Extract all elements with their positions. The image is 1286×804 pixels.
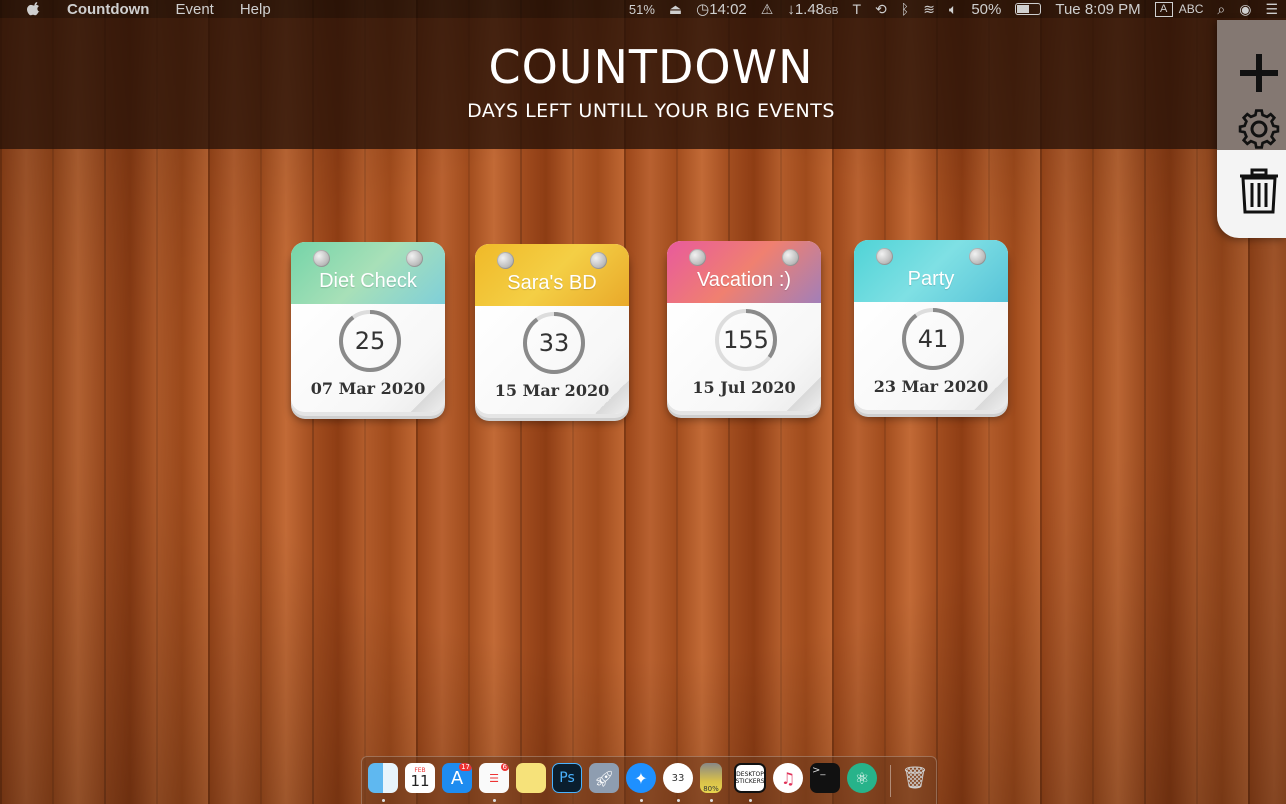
- delete-button[interactable]: [1235, 168, 1283, 214]
- battery-icon: [1015, 3, 1042, 15]
- status-area: 51% ⏏ ◷14:02 ⚠ ↓1.48GB T ⟲ ᛒ ≋ 🔈︎ 50% Tu…: [615, 0, 1278, 19]
- event-name: Vacation :): [696, 269, 792, 291]
- card-header: Diet Check: [291, 242, 445, 304]
- disk-icon[interactable]: ⏏: [669, 1, 682, 18]
- settings-button[interactable]: [1235, 106, 1283, 152]
- gear-icon: [1238, 109, 1280, 149]
- menu-event[interactable]: Event: [175, 1, 213, 18]
- days-left: 33: [538, 329, 570, 357]
- notification-center-icon[interactable]: ☰: [1265, 1, 1278, 18]
- network-icon[interactable]: ⚠: [761, 1, 774, 18]
- atom-app-icon[interactable]: ⚛: [847, 763, 877, 793]
- page-curl: [595, 380, 629, 414]
- card-body: 33 15 Mar 2020: [475, 306, 629, 414]
- time-machine-icon[interactable]: ⟲: [875, 1, 887, 18]
- menu-bar: Countdown Event Help 51% ⏏ ◷14:02 ⚠ ↓1.4…: [0, 0, 1286, 18]
- finder-icon[interactable]: [368, 763, 398, 793]
- calendar-app-icon[interactable]: FEB 11: [405, 763, 435, 793]
- binder-ring-icon: [689, 249, 706, 266]
- desktop-stickers-icon[interactable]: DESKTOP STICKERS: [734, 763, 766, 793]
- card-header: Party: [854, 240, 1008, 302]
- card-body: 25 07 Mar 2020: [291, 304, 445, 412]
- card-body: 155 15 Jul 2020: [667, 303, 821, 411]
- input-source-label: ABC: [1178, 2, 1204, 16]
- days-left: 41: [917, 325, 949, 353]
- bluetooth-icon[interactable]: ᛒ: [901, 1, 909, 17]
- days-left: 155: [723, 326, 769, 354]
- text-tool-icon[interactable]: T: [852, 1, 861, 17]
- event-name: Sara's BD: [507, 272, 597, 294]
- clock-widget[interactable]: ◷14:02: [696, 0, 747, 18]
- card-body: 41 23 Mar 2020: [854, 302, 1008, 410]
- siri-icon[interactable]: ◉: [1239, 1, 1251, 18]
- page-title: COUNTDOWN: [488, 40, 814, 94]
- binder-ring-icon: [497, 252, 514, 269]
- event-name: Diet Check: [319, 270, 417, 292]
- trash-dock-icon[interactable]: 🗑︎: [900, 763, 930, 793]
- battery-app-icon[interactable]: 80%: [700, 763, 722, 793]
- page-curl: [787, 377, 821, 411]
- apple-icon[interactable]: [27, 2, 41, 16]
- input-source-icon[interactable]: A: [1154, 1, 1173, 17]
- reminders-icon[interactable]: ☰ 6: [479, 763, 509, 793]
- download-widget[interactable]: ↓1.48GB: [787, 1, 838, 18]
- card-header: Vacation :): [667, 241, 821, 303]
- page-subtitle: DAYS LEFT UNTILL YOUR BIG EVENTS: [467, 100, 835, 122]
- app-store-badge: 17: [459, 763, 472, 771]
- countdown-app-icon[interactable]: 33: [663, 763, 693, 793]
- binder-ring-icon: [313, 250, 330, 267]
- download-unit: GB: [824, 5, 839, 17]
- clock-time: 14:02: [709, 1, 747, 18]
- page-curl: [974, 376, 1008, 410]
- volume-icon[interactable]: 🔈︎: [949, 1, 957, 18]
- notes-icon[interactable]: [516, 763, 546, 793]
- card-sheet: Sara's BD 33 15 Mar 2020: [475, 244, 629, 414]
- memory-indicator[interactable]: 51%: [629, 3, 655, 16]
- reminders-badge: 6: [500, 763, 509, 771]
- event-name: Party: [907, 268, 955, 290]
- binder-ring-icon: [782, 249, 799, 266]
- binder-ring-icon: [406, 250, 423, 267]
- event-card-party[interactable]: Party 41 23 Mar 2020: [854, 240, 1008, 412]
- battery-widget[interactable]: 50%: [971, 1, 1001, 18]
- menu-clock[interactable]: Tue 8:09 PM: [1055, 1, 1140, 18]
- dock-calendar-day: 11: [410, 771, 430, 790]
- event-card-saras-bd[interactable]: Sara's BD 33 15 Mar 2020: [475, 244, 629, 416]
- menu-app-name[interactable]: Countdown: [67, 1, 149, 18]
- event-card-vacation[interactable]: Vacation :) 155 15 Jul 2020: [667, 241, 821, 413]
- menu-help[interactable]: Help: [240, 1, 271, 18]
- plus-icon: [1240, 54, 1278, 92]
- card-sheet: Party 41 23 Mar 2020: [854, 240, 1008, 410]
- add-event-button[interactable]: [1235, 50, 1283, 96]
- event-card-diet-check[interactable]: Diet Check 25 07 Mar 2020: [291, 242, 445, 414]
- binder-ring-icon: [590, 252, 607, 269]
- card-sheet: Diet Check 25 07 Mar 2020: [291, 242, 445, 412]
- memory-percent: 51%: [628, 1, 655, 17]
- card-header: Sara's BD: [475, 244, 629, 306]
- music-icon[interactable]: ♫: [773, 763, 803, 793]
- days-left: 25: [354, 327, 386, 355]
- photoshop-icon[interactable]: Ps: [552, 763, 582, 793]
- page-curl: [411, 378, 445, 412]
- binder-ring-icon: [969, 248, 986, 265]
- side-toolbar: [1217, 20, 1286, 238]
- terminal-icon[interactable]: >_: [810, 763, 840, 793]
- card-sheet: Vacation :) 155 15 Jul 2020: [667, 241, 821, 411]
- download-value: ↓1.48: [787, 0, 825, 18]
- binder-ring-icon: [876, 248, 893, 265]
- battery-percent: 50%: [971, 0, 1002, 18]
- app-header: COUNTDOWN DAYS LEFT UNTILL YOUR BIG EVEN…: [0, 18, 1286, 149]
- launchpad-icon[interactable]: 🚀︎: [589, 763, 619, 793]
- app-store-icon[interactable]: A 17: [442, 763, 472, 793]
- wifi-icon[interactable]: ≋: [923, 1, 935, 18]
- spotlight-search-icon[interactable]: ⌕: [1217, 1, 1225, 18]
- dock: FEB 11 A 17 ☰ 6 Ps 🚀︎ ✦ 33 80% DESKTOP S…: [361, 756, 937, 804]
- safari-icon[interactable]: ✦: [626, 763, 656, 793]
- trash-icon: [1240, 168, 1278, 214]
